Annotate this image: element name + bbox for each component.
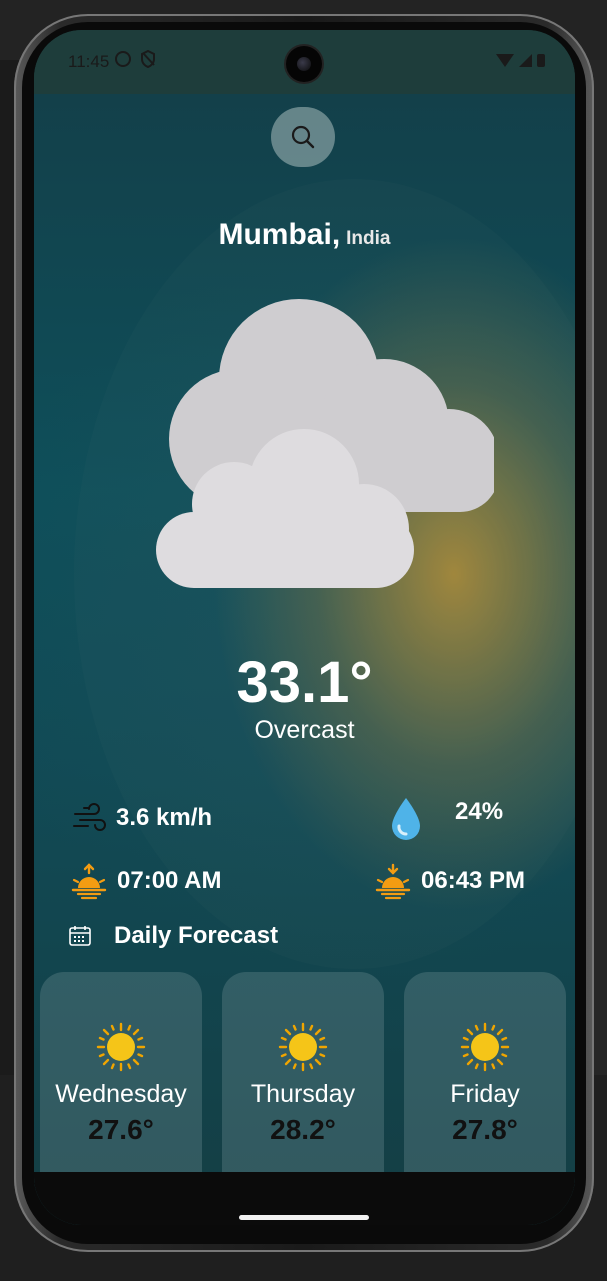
status-bar: 11:45 [34,30,575,94]
battery-icon [537,54,545,67]
country-name: India [346,228,391,249]
phone-screen: Mumbai, India 33.1° Overcast 3.6 km/h 24… [34,30,575,1225]
forecast-card-friday[interactable]: Friday 27.8° [404,972,566,1200]
home-gesture-bar[interactable] [239,1215,369,1220]
daily-forecast-title: Daily Forecast [114,922,279,949]
sunrise-value: 07:00 AM [117,867,222,894]
forecast-day: Friday [450,1080,520,1108]
search-icon [291,125,315,149]
system-icons [496,54,545,67]
forecast-card-wednesday[interactable]: Wednesday 27.6° [40,972,202,1200]
current-temperature: 33.1° [236,650,373,715]
forecast-day: Thursday [250,1080,356,1108]
wind-stat: 3.6 km/h [72,802,212,834]
humidity-stat: 24% [388,796,503,842]
daily-forecast-header: Daily Forecast [68,922,278,950]
forecast-day: Wednesday [55,1080,187,1108]
front-camera [286,46,322,82]
humidity-value: 24% [455,798,504,825]
wind-value: 3.6 km/h [116,804,213,831]
sun-icon [96,1022,146,1072]
city-name: Mumbai, [218,218,341,251]
location-line: Mumbai, India [34,218,575,252]
sun-icon [460,1022,510,1072]
sunset-stat: 06:43 PM [374,862,525,900]
forecast-temp: 27.6° [88,1114,154,1145]
sunset-value: 06:43 PM [421,867,526,894]
info-icon [115,51,131,67]
wind-icon [73,803,106,831]
current-condition: Overcast [254,716,355,744]
forecast-temp: 27.8° [452,1114,518,1145]
wifi-icon [496,54,514,67]
forecast-temp: 28.2° [270,1114,336,1145]
cloud-icon [156,299,494,588]
shield-icon [141,50,155,68]
water-drop-icon [392,798,420,840]
status-time: 11:45 [68,52,110,71]
sun-icon [278,1022,328,1072]
sunrise-icon [71,863,107,900]
cellular-icon [519,54,532,67]
forecast-card-thursday[interactable]: Thursday 28.2° [222,972,384,1200]
sunset-icon [375,863,411,900]
weather-app: Mumbai, India 33.1° Overcast 3.6 km/h 24… [34,94,575,1225]
search-button[interactable] [271,107,335,167]
calendar-icon [69,926,91,946]
sunrise-stat: 07:00 AM [70,862,221,900]
